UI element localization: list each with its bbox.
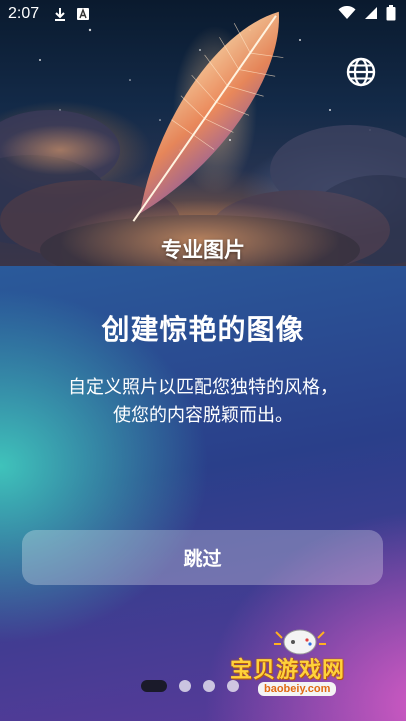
watermark-text: 宝贝游戏网 (230, 658, 346, 683)
page-dot[interactable] (179, 680, 191, 692)
description: 自定义照片以匹配您独特的风格， 使您的内容脱颖而出。 (0, 374, 406, 430)
a-badge-icon (77, 8, 90, 20)
watermark-url: baobeiy.com (258, 682, 337, 696)
hero-title: 专业图片 (161, 238, 245, 262)
status-time: 2:07 (8, 5, 40, 22)
page-dot[interactable] (203, 680, 215, 692)
page-dot[interactable] (227, 680, 239, 692)
download-icon (55, 8, 66, 21)
skip-button[interactable]: 跳过 (22, 530, 383, 585)
page-indicator (141, 680, 239, 692)
cellular-signal-icon (365, 7, 377, 19)
language-button[interactable] (345, 56, 377, 88)
watermark-logo: 宝贝游戏网 baobeiy.com (226, 624, 376, 719)
globe-icon (346, 57, 376, 87)
onboarding-panel: 创建惊艳的图像 自定义照片以匹配您独特的风格， 使您的内容脱颖而出。 跳过 宝贝… (0, 266, 406, 721)
status-bar: 2:07 (0, 0, 406, 28)
battery-icon (386, 5, 396, 21)
hero-image (0, 0, 406, 266)
description-line-2: 使您的内容脱颖而出。 (113, 405, 293, 426)
wifi-icon (338, 6, 356, 19)
page-title: 创建惊艳的图像 (101, 313, 305, 346)
feather-illustration (0, 11, 406, 266)
page-dot-active[interactable] (141, 680, 167, 692)
description-line-1: 自定义照片以匹配您独特的风格， (68, 377, 338, 398)
